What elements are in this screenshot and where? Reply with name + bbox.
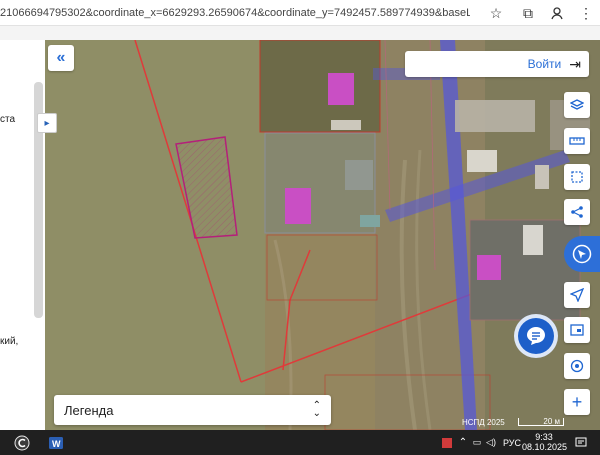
left-page-text-1: ста (0, 114, 16, 125)
locate-button[interactable] (564, 282, 590, 308)
windows-taskbar: W ⌃ ▭ ◁) РУС 9:33 08.10.2025 (0, 430, 600, 455)
extensions-icon[interactable]: ⧉ (516, 0, 540, 26)
left-page-text-2: кий, (0, 336, 19, 347)
geolocation-icon (570, 359, 584, 373)
share-icon (571, 206, 583, 218)
chat-button[interactable] (514, 314, 558, 358)
satellite-imagery (45, 40, 600, 430)
select-area-icon (571, 171, 583, 183)
login-icon: ⇥ (569, 55, 581, 72)
legend-label: Легенда (64, 402, 114, 418)
ruler-icon (569, 137, 585, 145)
avatar-icon[interactable] (545, 0, 569, 26)
url-text[interactable]: 21066694795302&coordinate_x=6629293.2659… (0, 4, 470, 22)
chevron-up-icon[interactable]: ⌃ (456, 433, 470, 452)
legend-dropdown[interactable]: Легенда ⌃ ⌄ (54, 395, 331, 425)
layers-button[interactable] (564, 92, 590, 118)
chevron-updown-icon: ⌃ ⌄ (312, 400, 321, 419)
zoom-in-button[interactable]: + (564, 389, 590, 415)
map-view[interactable] (45, 40, 600, 430)
left-page-panel: ста кий, (0, 40, 46, 430)
menu-icon[interactable]: ⋮ (574, 0, 598, 26)
map-scale-bar: 20 м (518, 418, 564, 426)
print-icon (570, 324, 584, 336)
chat-icon (527, 327, 545, 345)
cursor-info-icon (572, 244, 592, 264)
collapse-sidebar-button[interactable]: « (48, 45, 74, 71)
clock-time: 9:33 (535, 432, 553, 442)
clock[interactable]: 9:33 08.10.2025 (522, 432, 568, 452)
locate-icon (570, 288, 584, 302)
share-button[interactable] (564, 199, 590, 225)
clock-date: 08.10.2025 (522, 442, 568, 452)
print-button[interactable] (564, 317, 590, 343)
info-tool-button[interactable] (564, 236, 600, 272)
ruler-button[interactable] (564, 128, 590, 154)
notifications-icon[interactable] (572, 433, 590, 452)
toolbar-strip (0, 26, 600, 40)
expand-panel-button[interactable]: ▸ (37, 113, 57, 133)
browser-app-icon[interactable] (10, 433, 34, 452)
antivirus-tray-icon[interactable] (440, 433, 454, 452)
svg-text:W: W (52, 439, 61, 449)
star-icon[interactable]: ☆ (484, 0, 508, 26)
layers-icon (570, 99, 584, 110)
login-button[interactable]: Войти ⇥ (405, 51, 589, 77)
word-app-icon[interactable]: W (44, 433, 68, 452)
network-icon[interactable]: ▭ (470, 433, 484, 452)
browser-address-bar[interactable]: 21066694795302&coordinate_x=6629293.2659… (0, 0, 600, 26)
geolocation-button[interactable] (564, 353, 590, 379)
volume-icon[interactable]: ◁) (484, 433, 498, 452)
login-label: Войти (527, 57, 562, 71)
language-indicator[interactable]: РУС (502, 433, 522, 452)
map-attribution: НСПД 2025 (462, 418, 505, 427)
select-area-button[interactable] (564, 164, 590, 190)
